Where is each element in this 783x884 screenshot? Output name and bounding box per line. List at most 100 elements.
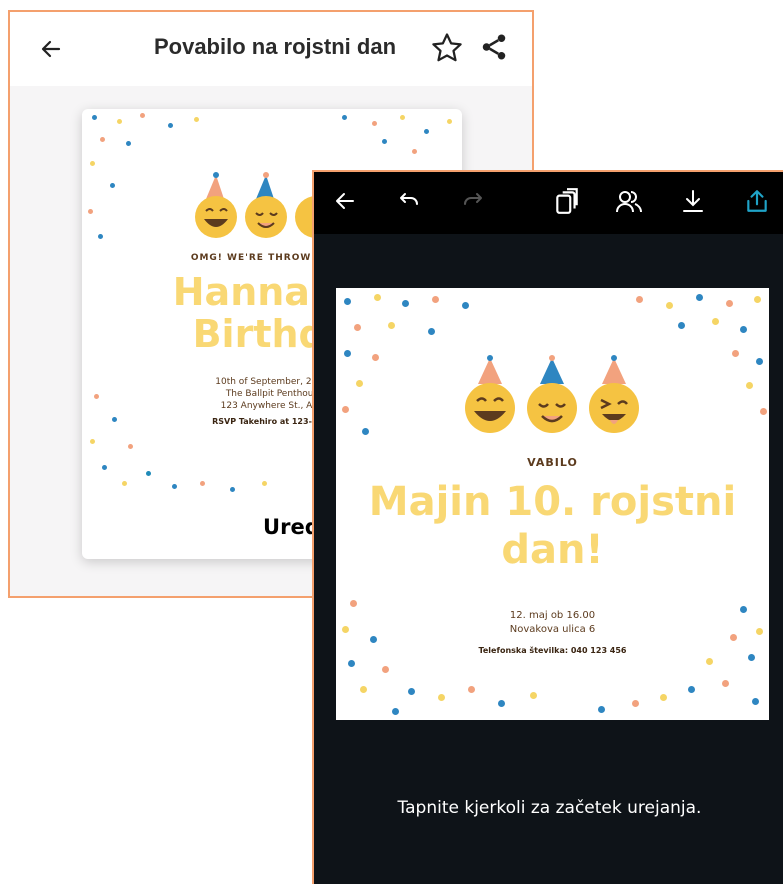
confetti-dot	[98, 234, 103, 239]
invitation-date[interactable]: 12. maj ob 16.00	[426, 610, 679, 621]
confetti-dot	[696, 294, 703, 301]
confetti-dot	[530, 692, 537, 699]
design-canvas[interactable]: VABILO Majin 10. rojstni dan! 12. maj ob…	[336, 288, 769, 720]
confetti-dot	[746, 382, 753, 389]
confetti-dot	[112, 417, 117, 422]
confetti-dot	[408, 688, 415, 695]
confetti-dot	[424, 129, 429, 134]
confetti-dot	[752, 698, 759, 705]
confetti-dot	[726, 300, 733, 307]
confetti-dot	[360, 686, 367, 693]
winking-emoji-icon	[589, 355, 639, 433]
smiling-emoji-icon	[245, 172, 287, 238]
confetti-dot	[636, 296, 643, 303]
confetti-dot	[88, 209, 93, 214]
confetti-dot	[468, 686, 475, 693]
confetti-dot	[94, 394, 99, 399]
confetti-dot	[754, 296, 761, 303]
smiling-emoji-icon	[527, 355, 577, 433]
confetti-dot	[230, 487, 235, 492]
confetti-dot	[666, 302, 673, 309]
confetti-dot	[382, 666, 389, 673]
confetti-dot	[140, 113, 145, 118]
confetti-dot	[598, 706, 605, 713]
confetti-dot	[92, 115, 97, 120]
confetti-dot	[706, 658, 713, 665]
confetti-dot	[146, 471, 151, 476]
download-icon[interactable]	[678, 186, 708, 216]
confetti-dot	[344, 298, 351, 305]
confetti-dot	[342, 406, 349, 413]
confetti-dot	[678, 322, 685, 329]
editor-hint: Tapnite kjerkoli za začetek urejanja.	[397, 798, 702, 818]
invitation-address[interactable]: Novakova ulica 6	[426, 624, 679, 635]
laughing-emoji-icon	[195, 172, 237, 238]
confetti-dot	[388, 322, 395, 329]
confetti-dot	[200, 481, 205, 486]
confetti-dot	[372, 354, 379, 361]
confetti-dot	[356, 380, 363, 387]
confetti-dot	[392, 708, 399, 715]
confetti-dot	[344, 350, 351, 357]
invitation-kicker[interactable]: VABILO	[336, 456, 769, 469]
share-upload-icon[interactable]	[742, 186, 772, 216]
confetti-dot	[447, 119, 452, 124]
confetti-dot	[730, 634, 737, 641]
confetti-dot	[748, 654, 755, 661]
confetti-dot	[100, 137, 105, 142]
confetti-dot	[342, 626, 349, 633]
confetti-dot	[194, 117, 199, 122]
pages-icon[interactable]	[552, 186, 582, 216]
confetti-dot	[90, 161, 95, 166]
confetti-dot	[354, 324, 361, 331]
invitation-headline-line2[interactable]: dan!	[336, 526, 769, 574]
back-arrow-icon[interactable]	[330, 186, 360, 216]
confetti-dot	[498, 700, 505, 707]
confetti-dot	[372, 121, 377, 126]
page-title: Povabilo na rojstni dan	[153, 34, 397, 59]
party-emoji-row	[462, 354, 642, 434]
confetti-dot	[110, 183, 115, 188]
confetti-dot	[660, 694, 667, 701]
confetti-dot	[128, 444, 133, 449]
invitation-phone[interactable]: Telefonska številka: 040 123 456	[396, 646, 709, 655]
collaborators-icon[interactable]	[614, 186, 644, 216]
confetti-dot	[168, 123, 173, 128]
confetti-dot	[712, 318, 719, 325]
confetti-dot	[722, 680, 729, 687]
confetti-dot	[432, 296, 439, 303]
invitation-headline-line1[interactable]: Majin 10. rojstni	[336, 478, 769, 526]
confetti-dot	[350, 600, 357, 607]
confetti-dot	[760, 408, 767, 415]
confetti-dot	[756, 358, 763, 365]
confetti-dot	[740, 606, 747, 613]
confetti-dot	[382, 139, 387, 144]
confetti-dot	[126, 141, 131, 146]
confetti-dot	[122, 481, 127, 486]
redo-icon	[458, 186, 488, 216]
back-arrow-icon[interactable]	[36, 34, 66, 64]
share-icon[interactable]	[476, 29, 512, 65]
editor-toolbar	[314, 172, 783, 234]
confetti-dot	[688, 686, 695, 693]
star-icon[interactable]	[428, 29, 466, 67]
confetti-dot	[370, 636, 377, 643]
confetti-dot	[462, 302, 469, 309]
confetti-dot	[172, 484, 177, 489]
confetti-dot	[740, 326, 747, 333]
confetti-dot	[374, 294, 381, 301]
editor-screen: VABILO Majin 10. rojstni dan! 12. maj ob…	[312, 170, 783, 884]
confetti-dot	[342, 115, 347, 120]
confetti-dot	[402, 300, 409, 307]
confetti-dot	[90, 439, 95, 444]
confetti-dot	[412, 149, 417, 154]
undo-icon[interactable]	[394, 186, 424, 216]
preview-header: Povabilo na rojstni dan	[10, 12, 532, 86]
laughing-emoji-icon	[465, 355, 515, 433]
confetti-dot	[117, 119, 122, 124]
confetti-dot	[732, 350, 739, 357]
confetti-dot	[756, 628, 763, 635]
confetti-dot	[262, 481, 267, 486]
confetti-dot	[400, 115, 405, 120]
confetti-dot	[632, 700, 639, 707]
